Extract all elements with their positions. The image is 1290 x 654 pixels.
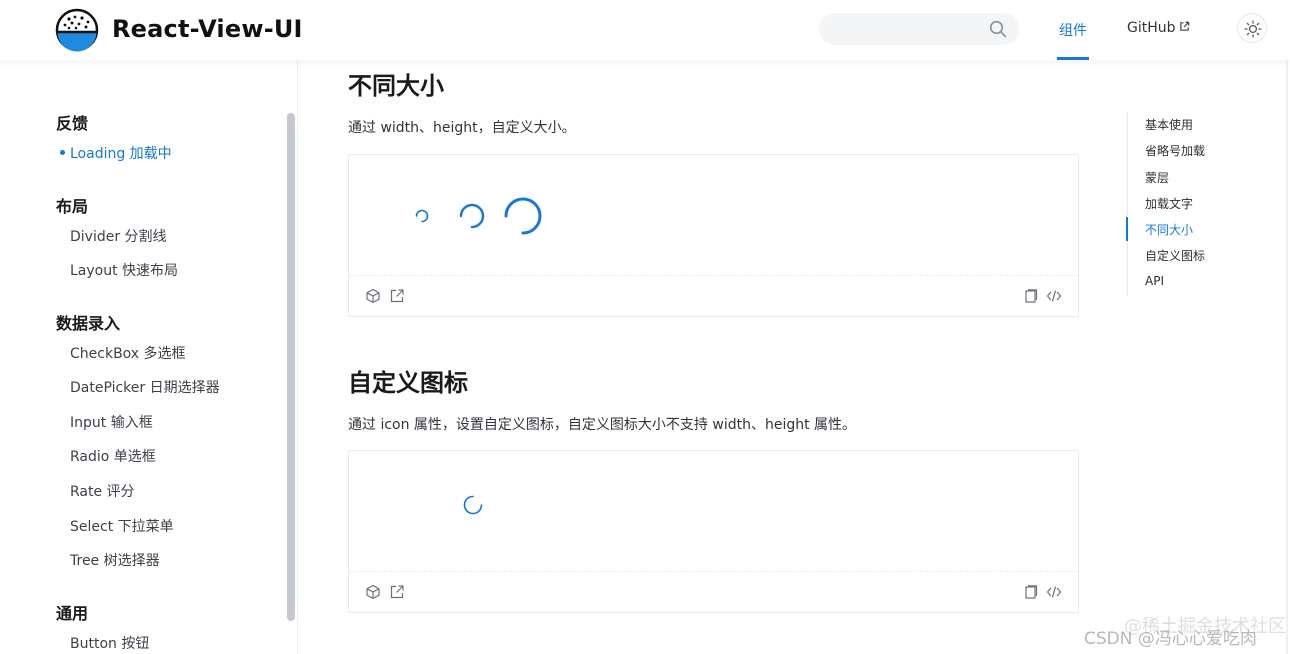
loading-spinner-medium-icon — [459, 203, 485, 229]
page-right-edge — [1286, 0, 1288, 654]
demo-box-custom-icon — [348, 450, 1079, 613]
toc-item-basic[interactable]: 基本使用 — [1145, 116, 1193, 133]
section-desc-sizes: 通过 width、height，自定义大小。 — [348, 120, 576, 136]
section-title-sizes: 不同大小 — [348, 72, 444, 100]
demo-box-sizes — [348, 154, 1079, 317]
csdn-watermark: CSDN @冯心心爱吃肉 — [1084, 629, 1257, 649]
sidebar-group-data-entry: 数据录入 — [56, 314, 121, 333]
codesandbox-icon[interactable] — [365, 584, 381, 600]
loading-spinner-large-icon — [504, 197, 542, 235]
sidebar-item-radio[interactable]: Radio 单选框 — [70, 446, 156, 466]
demo-stage — [349, 155, 1078, 275]
copy-icon[interactable] — [1022, 288, 1038, 304]
show-code-icon[interactable] — [1046, 288, 1062, 304]
top-header: React-View-UI 组件 GitHub — [0, 0, 1290, 60]
toc-item-mask[interactable]: 蒙层 — [1145, 169, 1169, 186]
sidebar-item-checkbox[interactable]: CheckBox 多选框 — [70, 343, 186, 363]
active-item-dot — [60, 150, 65, 155]
section-desc-custom-icon: 通过 icon 属性，设置自定义图标，自定义图标大小不支持 width、heig… — [348, 417, 857, 433]
sidebar-item-loading[interactable]: Loading 加载中 — [70, 143, 172, 163]
nav-github-label: GitHub — [1127, 20, 1176, 36]
theme-toggle-button[interactable] — [1237, 13, 1267, 43]
nav-components-link[interactable]: 组件 — [1059, 20, 1087, 40]
logo-icon[interactable] — [55, 8, 99, 52]
toc-active-indicator — [1126, 217, 1128, 241]
sidebar-item-datepicker[interactable]: DatePicker 日期选择器 — [70, 377, 220, 397]
show-code-icon[interactable] — [1046, 584, 1062, 600]
sidebar-item-tree[interactable]: Tree 树选择器 — [70, 550, 160, 570]
sidebar-item-button[interactable]: Button 按钮 — [70, 633, 149, 653]
sidebar-item-input[interactable]: Input 输入框 — [70, 412, 153, 432]
search-input[interactable] — [819, 13, 1019, 45]
nav-active-indicator — [1057, 57, 1089, 60]
sidebar-item-layout[interactable]: Layout 快速布局 — [70, 260, 178, 280]
toc-track — [1127, 112, 1128, 296]
sidebar-item-divider[interactable]: Divider 分割线 — [70, 226, 167, 246]
toc-item-loading-text[interactable]: 加载文字 — [1145, 195, 1193, 212]
copy-icon[interactable] — [1022, 584, 1038, 600]
section-title-custom-icon: 自定义图标 — [348, 369, 468, 397]
open-external-icon[interactable] — [389, 584, 405, 600]
brand-title[interactable]: React-View-UI — [112, 15, 303, 43]
loading-spinner-small-icon — [415, 209, 429, 223]
sidebar-item-rate[interactable]: Rate 评分 — [70, 481, 135, 501]
search-icon[interactable] — [989, 20, 1007, 38]
nav-github-link[interactable]: GitHub — [1127, 20, 1190, 36]
sidebar-group-general: 通用 — [56, 604, 89, 623]
toc-item-ellipsis[interactable]: 省略号加载 — [1145, 142, 1205, 159]
sun-icon — [1244, 20, 1262, 38]
toc-item-api[interactable]: API — [1145, 274, 1164, 288]
sidebar-group-feedback: 反馈 — [56, 114, 89, 133]
open-external-icon[interactable] — [389, 288, 405, 304]
demo-toolbar — [349, 275, 1078, 316]
sidebar-scrollbar[interactable] — [287, 113, 295, 621]
codesandbox-icon[interactable] — [365, 288, 381, 304]
demo-stage — [349, 451, 1078, 571]
custom-loading-icon — [463, 495, 483, 515]
sidebar-item-select[interactable]: Select 下拉菜单 — [70, 516, 174, 536]
external-link-icon — [1179, 21, 1189, 31]
toc-item-custom-icon[interactable]: 自定义图标 — [1145, 247, 1205, 264]
toc-item-sizes[interactable]: 不同大小 — [1145, 221, 1193, 238]
sidebar-group-layout: 布局 — [56, 197, 89, 216]
demo-toolbar — [349, 571, 1078, 612]
